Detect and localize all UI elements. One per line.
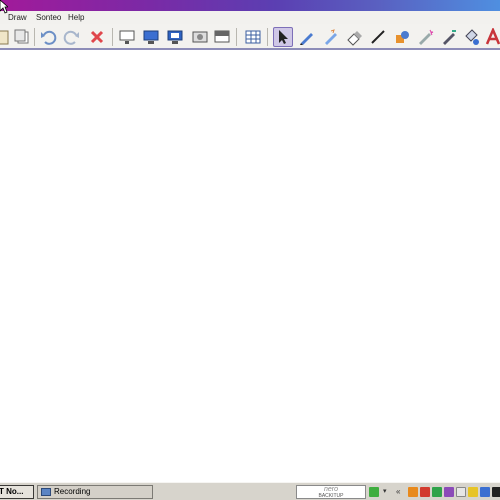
tray-icon-volume[interactable]: [492, 487, 500, 497]
title-bar: [0, 0, 500, 11]
toolbar-separator: [267, 28, 268, 46]
toolbar-separator: [34, 28, 35, 46]
tray-icon-red[interactable]: [420, 487, 430, 497]
tray-icon-orange[interactable]: [408, 487, 418, 497]
menu-sonteo[interactable]: Sonteo: [36, 13, 61, 23]
fill-icon[interactable]: [461, 27, 481, 47]
creative-pen-icon[interactable]: [321, 27, 341, 47]
tray-icon-yellow[interactable]: [468, 487, 478, 497]
tray-icon-network[interactable]: [480, 487, 490, 497]
desktop-icon[interactable]: [141, 27, 161, 47]
toolbar: [0, 24, 500, 50]
mouse-cursor-icon: [0, 0, 8, 14]
page-icon[interactable]: [0, 27, 12, 47]
tray-icon-green[interactable]: [432, 487, 442, 497]
magic-pen-icon[interactable]: [415, 27, 435, 47]
toolbar-separator: [236, 28, 237, 46]
undo-icon[interactable]: [38, 27, 58, 47]
menu-help[interactable]: Help: [68, 13, 84, 23]
whiteboard-canvas[interactable]: [0, 52, 500, 482]
table-icon[interactable]: [243, 27, 263, 47]
eraser-icon[interactable]: [344, 27, 364, 47]
menu-draw[interactable]: Draw: [8, 13, 27, 23]
tray-icon-clock[interactable]: [456, 487, 466, 497]
pen-icon[interactable]: [297, 27, 317, 47]
chevron-down-icon[interactable]: ▾: [383, 487, 389, 497]
text-pen-icon[interactable]: [439, 27, 459, 47]
screen-shade-icon[interactable]: [212, 27, 232, 47]
camera-icon[interactable]: [190, 27, 210, 47]
taskbar-item-recording[interactable]: Recording: [37, 485, 153, 499]
taskbar: T No... Recording nero BACKITUP ▾ «: [0, 482, 500, 500]
recording-icon: [41, 488, 51, 496]
taskbar-item-notebook[interactable]: T No...: [0, 485, 34, 499]
delete-icon[interactable]: [87, 27, 107, 47]
tray-icon-purple[interactable]: [444, 487, 454, 497]
green-arrow-icon[interactable]: [369, 487, 379, 497]
tray-expand-icon[interactable]: «: [396, 487, 404, 497]
toolbar-separator: [112, 28, 113, 46]
redo-icon[interactable]: [62, 27, 82, 47]
pointer-tool-icon[interactable]: [273, 27, 293, 47]
text-icon[interactable]: [483, 27, 500, 47]
menu-bar: Draw Sonteo Help: [0, 11, 500, 24]
shapes-icon[interactable]: [392, 27, 412, 47]
taskbar-item-label: Recording: [54, 487, 91, 496]
projector-icon[interactable]: [165, 27, 185, 47]
screen-icon[interactable]: [117, 27, 137, 47]
copy-page-icon[interactable]: [12, 27, 32, 47]
nero-backitup-widget[interactable]: nero BACKITUP: [296, 485, 366, 499]
nero-sub-label: BACKITUP: [318, 493, 344, 499]
line-icon[interactable]: [368, 27, 388, 47]
